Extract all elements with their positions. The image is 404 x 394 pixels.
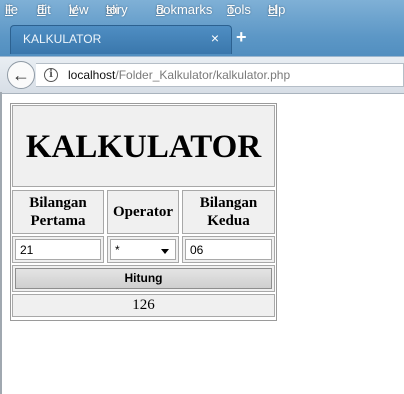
navigation-bar: ← i localhost/Folder_Kalkulator/kalkulat… — [0, 56, 404, 94]
column-header-operator: Operator — [107, 190, 179, 234]
second-number-input[interactable]: 06 — [185, 239, 272, 260]
tab-title: KALKULATOR — [23, 32, 102, 46]
second-number-cell: 06 — [182, 236, 275, 263]
operator-cell: * — [107, 236, 179, 263]
url-host: localhost — [68, 68, 116, 82]
result-value: 126 — [12, 294, 275, 317]
first-number-cell: 21 — [12, 236, 104, 263]
window-left-edge — [0, 92, 2, 394]
browser-chrome: File Edit View Hi s tory Bookmarks Tools H… — [0, 0, 404, 94]
url-text: localhost/Folder_Kalkulator/kalkulator.p… — [68, 68, 290, 82]
new-tab-icon[interactable]: + — [236, 27, 247, 48]
info-icon[interactable]: i — [44, 68, 58, 82]
column-header-second-number: Bilangan Kedua — [182, 190, 275, 234]
address-bar[interactable]: i localhost/Folder_Kalkulator/kalkulator… — [36, 63, 404, 87]
hitung-button[interactable]: Hitung — [15, 268, 272, 289]
browser-tab[interactable]: KALKULATOR × — [10, 25, 232, 54]
url-path: /Folder_Kalkulator/kalkulator.php — [115, 68, 291, 82]
back-arrow-icon[interactable]: ← — [7, 61, 35, 89]
button-cell: Hitung — [12, 265, 275, 292]
dropdown-arrow-icon — [161, 249, 169, 254]
operator-value: * — [115, 243, 120, 257]
operator-select[interactable]: * — [110, 239, 176, 260]
column-header-first-number: Bilangan Pertama — [12, 190, 104, 234]
menu-bar: File Edit View Hi s tory Bookmarks Tools H… — [5, 2, 286, 17]
calculator-title: KALKULATOR — [12, 105, 275, 187]
first-number-input[interactable]: 21 — [15, 239, 101, 260]
tab-close-icon[interactable]: × — [211, 30, 219, 46]
